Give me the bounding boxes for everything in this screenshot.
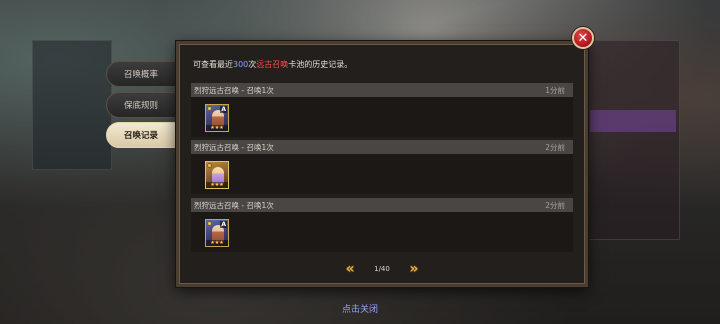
- element-icon: [207, 106, 212, 111]
- record-time: 2分前: [545, 142, 565, 152]
- record-time: 2分前: [545, 200, 565, 210]
- summon-record: 烈狩远古召唤 - 召唤1次 1分前 A ★★★: [191, 83, 573, 137]
- record-time: 1分前: [545, 85, 565, 95]
- page-indicator: 1/40: [374, 265, 390, 273]
- hero-card[interactable]: A ★★★: [205, 219, 229, 247]
- record-header: 烈狩远古召唤 - 召唤1次 1分前: [191, 83, 573, 97]
- record-title: 烈狩远古召唤 - 召唤1次: [194, 142, 274, 152]
- close-icon: ✕: [577, 30, 589, 46]
- summon-record: 烈狩远古召唤 - 召唤1次 2分前 ★★★: [191, 140, 573, 194]
- record-body: A ★★★: [191, 212, 573, 252]
- intro-pool-name: 远古召唤: [256, 60, 289, 69]
- star-rating-icon: ★★★: [206, 125, 228, 131]
- element-icon: [207, 163, 212, 168]
- pagination: « 1/40 »: [179, 261, 585, 277]
- intro-count: 300: [233, 60, 249, 69]
- double-chevron-left-icon[interactable]: «: [340, 261, 360, 277]
- record-header: 烈狩远古召唤 - 召唤1次 2分前: [191, 140, 573, 154]
- background-highlight: [590, 110, 676, 132]
- hero-card[interactable]: ★★★: [205, 161, 229, 189]
- record-title: 烈狩远古召唤 - 召唤1次: [194, 85, 274, 95]
- summon-history-dialog: 可查看最近300次远古召唤卡池的历史记录。 烈狩远古召唤 - 召唤1次 1分前 …: [176, 41, 588, 287]
- hero-rank: A: [220, 221, 227, 228]
- element-icon: [207, 221, 212, 226]
- star-rating-icon: ★★★: [206, 240, 228, 246]
- tab-summon-history[interactable]: 召唤记录: [106, 122, 178, 148]
- hero-card[interactable]: A ★★★: [205, 104, 229, 132]
- background-right-panel: [584, 40, 680, 240]
- close-button[interactable]: ✕: [572, 27, 594, 49]
- tab-label: 召唤概率: [124, 70, 159, 80]
- record-title: 烈狩远古召唤 - 召唤1次: [194, 200, 274, 210]
- tab-label: 召唤记录: [124, 131, 159, 141]
- tap-to-close-hint[interactable]: 点击关闭: [0, 302, 720, 315]
- double-chevron-right-icon[interactable]: »: [404, 261, 424, 277]
- intro-suffix: 卡池的历史记录。: [288, 60, 353, 69]
- intro-prefix: 可查看最近: [193, 60, 233, 69]
- summon-record: 烈狩远古召唤 - 召唤1次 2分前 A ★★★: [191, 198, 573, 252]
- tab-summon-probability[interactable]: 召唤概率: [106, 61, 178, 87]
- hero-rank: A: [220, 106, 227, 113]
- record-body: A ★★★: [191, 97, 573, 137]
- star-rating-icon: ★★★: [206, 182, 228, 188]
- background-side-panel: [32, 40, 112, 170]
- record-header: 烈狩远古召唤 - 召唤1次 2分前: [191, 198, 573, 212]
- tab-label: 保底规则: [124, 101, 159, 111]
- tab-pity-rules[interactable]: 保底规则: [106, 92, 178, 118]
- record-body: ★★★: [191, 154, 573, 194]
- history-intro-text: 可查看最近300次远古召唤卡池的历史记录。: [193, 59, 352, 70]
